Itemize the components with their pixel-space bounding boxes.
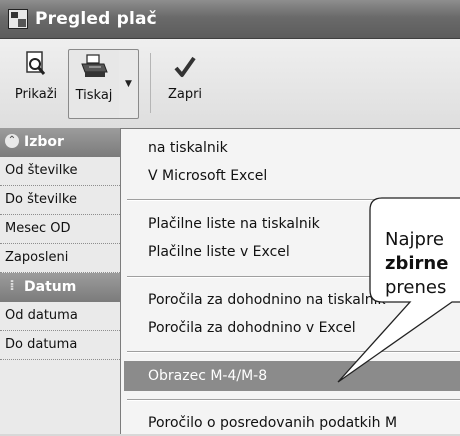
toolbar-separator <box>150 53 151 113</box>
close-button[interactable]: Zapri <box>160 49 210 119</box>
preview-button[interactable]: Prikaži <box>6 49 66 119</box>
menu-separator <box>127 351 460 353</box>
menu-item-to-printer[interactable]: na tiskalnik <box>124 135 460 161</box>
group-title: Datum <box>24 279 77 295</box>
chevron-down-icon: ▼ <box>125 79 132 89</box>
callout-line-2: zbirne <box>385 253 449 274</box>
printer-icon <box>80 50 108 80</box>
toolbar: Prikaži Tiskaj ▼ Zapri <box>0 39 460 129</box>
filter-row-do-datuma[interactable]: Do datuma <box>0 331 120 360</box>
callout-line-3: prenes <box>385 277 447 298</box>
drag-grip-icon: ⁞ <box>9 278 15 294</box>
filter-row-zaposleni[interactable]: Zaposleni <box>0 244 120 273</box>
callout-text: Najpre zbirne prenes <box>385 228 460 300</box>
group-header-datum[interactable]: ⁞ Datum <box>0 273 120 302</box>
print-label: Tiskaj <box>75 88 113 103</box>
filter-panel: ⌃ Izbor Od številke Do številke Mesec OD … <box>0 128 121 434</box>
checkmark-icon <box>173 49 197 79</box>
menu-separator <box>127 199 460 201</box>
filter-row-do-stevilke[interactable]: Do številke <box>0 186 120 215</box>
magnifier-document-icon <box>23 49 49 79</box>
app-icon <box>8 9 28 29</box>
filter-row-od-datuma[interactable]: Od datuma <box>0 302 120 331</box>
group-title: Izbor <box>24 134 64 150</box>
group-header-izbor[interactable]: ⌃ Izbor <box>0 128 120 157</box>
title-bar: Pregled plač <box>0 0 460 39</box>
print-button[interactable]: Tiskaj <box>68 49 120 119</box>
close-label: Zapri <box>167 87 203 102</box>
print-dropdown-arrow[interactable]: ▼ <box>119 49 139 119</box>
callout-line-1: Najpre <box>385 229 445 250</box>
filter-row-od-stevilke[interactable]: Od številke <box>0 157 120 186</box>
preview-label: Prikaži <box>14 87 58 102</box>
filter-row-mesec-od[interactable]: Mesec OD <box>0 215 120 244</box>
window-title: Pregled plač <box>35 9 157 29</box>
menu-item-obrazec-m4-m8[interactable]: Obrazec M-4/M-8 <box>124 361 460 391</box>
collapse-icon: ⌃ <box>5 134 19 148</box>
filter-row-empty <box>0 360 120 434</box>
menu-item-to-excel[interactable]: V Microsoft Excel <box>124 163 460 189</box>
menu-item-report-submitted-data[interactable]: Poročilo o posredovanih podatkih M <box>124 410 460 436</box>
menu-item-tax-report-excel[interactable]: Poročila za dohodnino v Excel <box>124 315 460 341</box>
menu-separator <box>127 399 460 401</box>
